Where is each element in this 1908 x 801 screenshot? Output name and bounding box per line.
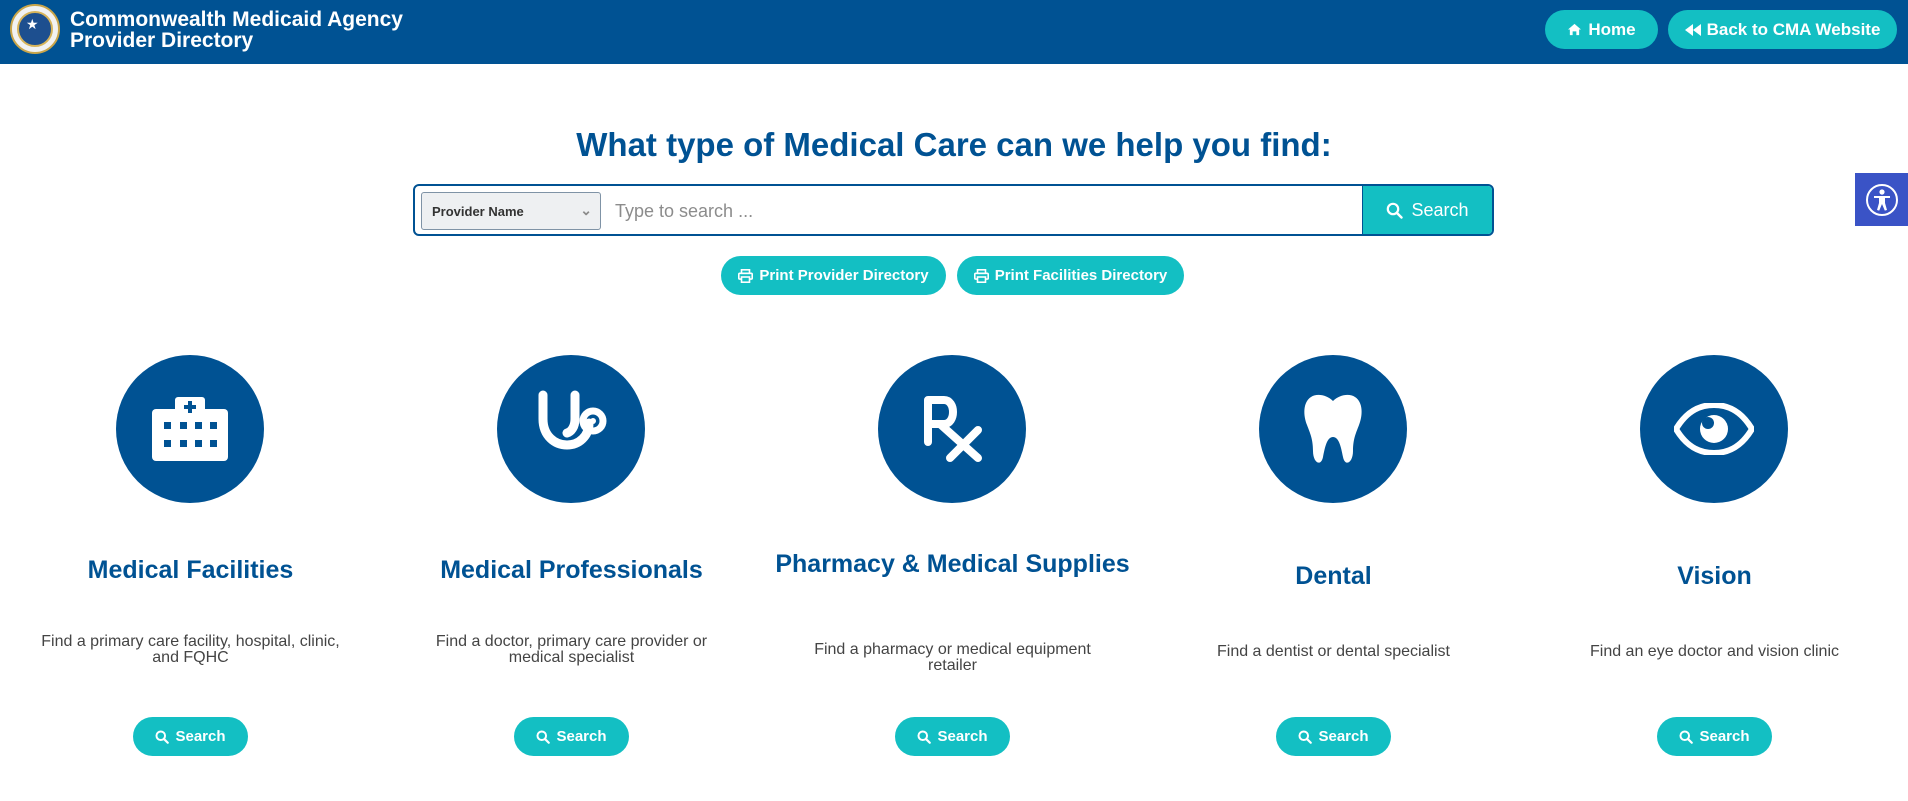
medical-facilities-search-button[interactable]: Search (133, 717, 248, 756)
pharmacy-search-button[interactable]: Search (895, 717, 1010, 756)
card-medical-professionals: Medical Professionals Find a doctor, pri… (381, 350, 762, 770)
back-to-cma-button[interactable]: Back to CMA Website (1668, 10, 1897, 49)
vision-search-button[interactable]: Search (1657, 717, 1772, 756)
agency-seal-logo[interactable]: ★ (10, 4, 60, 54)
card-description: Find an eye doctor and vision clinic (1589, 643, 1840, 660)
card-title[interactable]: Medical Facilities (0, 558, 381, 583)
card-title[interactable]: Dental (1143, 564, 1524, 589)
print-facilities-directory-button[interactable]: Print Facilities Directory (957, 256, 1184, 295)
search-icon (1679, 729, 1694, 744)
site-title-line2: Provider Directory (70, 29, 254, 52)
print-icon (973, 268, 989, 283)
search-type-select[interactable]: Provider Name ⌄ (421, 192, 601, 230)
prescription-icon (924, 396, 982, 462)
search-icon (1298, 729, 1313, 744)
eye-icon (1674, 403, 1754, 455)
back-button-label: Back to CMA Website (1706, 19, 1881, 39)
search-button-label: Search (1318, 728, 1369, 745)
search-type-value: Provider Name (432, 203, 524, 219)
search-button-label: Search (1699, 728, 1750, 745)
home-button[interactable]: Home (1545, 10, 1658, 49)
print-icon (738, 268, 754, 283)
search-button-label: Search (937, 728, 988, 745)
search-button[interactable]: Search (1362, 186, 1492, 234)
card-icon-circle[interactable] (116, 355, 264, 503)
search-icon (1387, 202, 1404, 219)
site-title-line1: Commonwealth Medicaid Agency (70, 8, 403, 31)
card-icon-circle[interactable] (878, 355, 1026, 503)
dental-search-button[interactable]: Search (1276, 717, 1391, 756)
hero-heading: What type of Medical Care can we help yo… (576, 126, 1332, 163)
site-title[interactable]: Commonwealth Medicaid Agency Provider Di… (70, 9, 403, 51)
card-description: Find a pharmacy or medical equipment ret… (814, 641, 1091, 674)
accessibility-toggle[interactable] (1855, 173, 1908, 226)
search-icon (536, 729, 551, 744)
search-icon (155, 729, 170, 744)
card-icon-circle[interactable] (1259, 355, 1407, 503)
card-dental: Dental Find a dentist or dental speciali… (1143, 350, 1524, 770)
search-input[interactable] (615, 194, 1265, 228)
home-icon (1568, 23, 1582, 36)
backward-icon (1684, 23, 1701, 36)
medical-professionals-search-button[interactable]: Search (514, 717, 629, 756)
star-icon: ★ (26, 16, 39, 32)
print-facilities-label: Print Facilities Directory (994, 267, 1168, 284)
search-button-label: Search (556, 728, 607, 745)
tooth-icon (1304, 394, 1362, 463)
card-description: Find a doctor, primary care provider or … (435, 633, 708, 666)
hospital-icon (152, 397, 228, 461)
card-title[interactable]: Medical Professionals (381, 558, 762, 583)
card-medical-facilities: Medical Facilities Find a primary care f… (0, 350, 381, 770)
card-icon-circle[interactable] (1640, 355, 1788, 503)
card-description: Find a primary care facility, hospital, … (41, 633, 340, 666)
accessibility-icon (1865, 183, 1898, 216)
card-title[interactable]: Vision (1524, 564, 1905, 589)
print-provider-label: Print Provider Directory (759, 267, 929, 284)
home-button-label: Home (1588, 19, 1636, 39)
card-pharmacy-supplies: Pharmacy & Medical Supplies Find a pharm… (762, 350, 1143, 770)
card-vision: Vision Find an eye doctor and vision cli… (1524, 350, 1905, 770)
chevron-down-icon: ⌄ (580, 202, 592, 218)
search-button-label: Search (175, 728, 226, 745)
search-bar: Provider Name ⌄ Search (413, 184, 1494, 236)
card-title[interactable]: Pharmacy & Medical Supplies (762, 552, 1143, 577)
search-icon (917, 729, 932, 744)
card-description: Find a dentist or dental specialist (1216, 643, 1450, 660)
print-provider-directory-button[interactable]: Print Provider Directory (721, 256, 946, 295)
card-icon-circle[interactable] (497, 355, 645, 503)
top-navbar: ★ Commonwealth Medicaid Agency Provider … (0, 0, 1908, 64)
search-button-label: Search (1411, 199, 1469, 220)
stethoscope-icon (538, 390, 607, 450)
